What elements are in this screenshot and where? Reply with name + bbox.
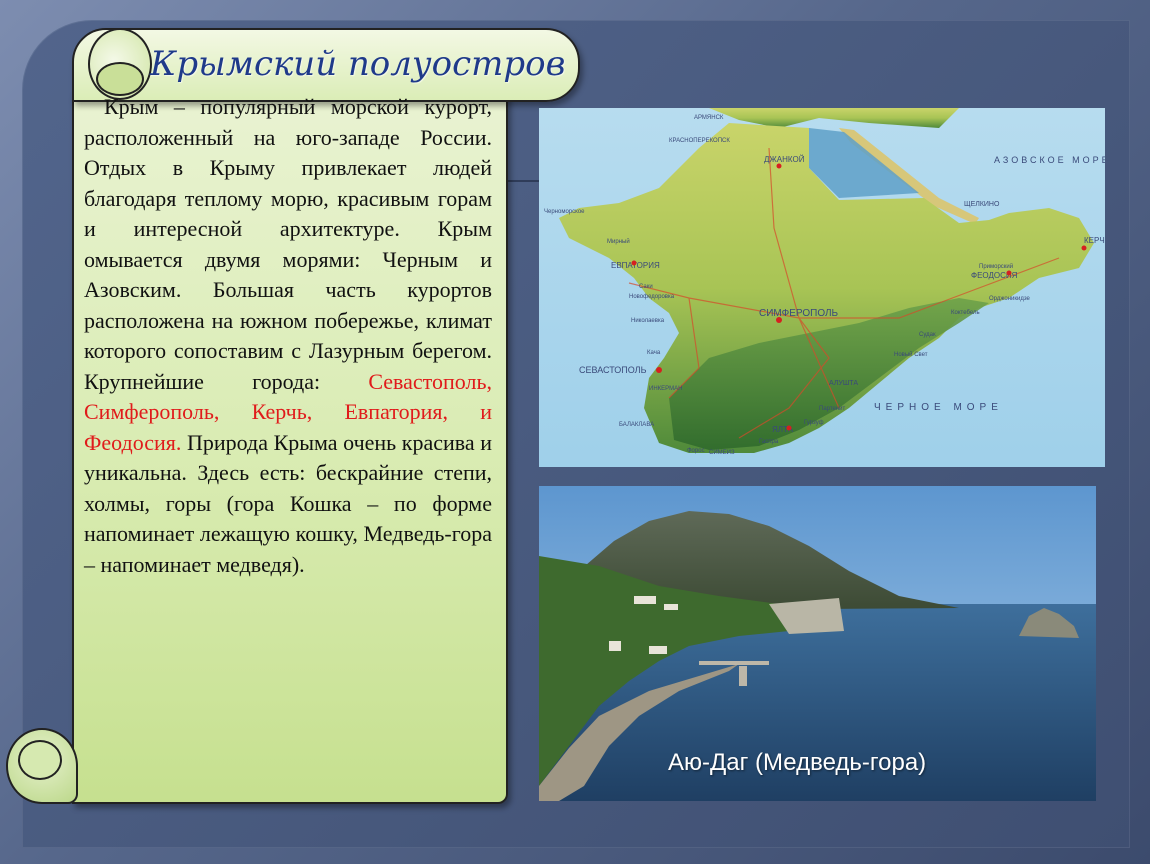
map-city-novofedorovka: Новофедоровка [629,294,675,300]
map-city-gaspra: Гаспра [759,439,779,445]
crimea-map: АЗОВСКОЕ МОРЕ ЧЕРНОЕ МОРЕ АРМЯНСК КРАСНО… [539,108,1105,467]
map-city-kerch: КЕРЧ [1084,236,1105,245]
map-city-krasnoperekopsk: КРАСНОПЕРЕКОПСК [669,138,730,144]
map-city-sudak: Судак [919,332,936,338]
map-city-kacha: Кача [647,350,661,356]
map-city-inkerman: ИНКЕРМАН [649,386,682,392]
map-city-partenit: Партенит [819,406,846,412]
map-city-sevastopol: СЕВАСТОПОЛЬ [579,365,647,375]
map-city-primorsky: Приморский [979,263,1013,270]
map-city-dzhankoy: ДЖАНКОЙ [764,155,805,164]
map-city-nikolaevka: Николаевка [631,318,665,324]
crimea-map-graphic: АЗОВСКОЕ МОРЕ ЧЕРНОЕ МОРЕ АРМЯНСК КРАСНО… [544,108,1105,456]
scroll-curl-bottom-inner [18,740,62,780]
body-text: Крым – популярный морской курорт, распол… [84,92,492,580]
map-city-foros: Форос [687,448,705,454]
slide-title: Крымский полуостров [150,44,566,84]
map-city-armyansk: АРМЯНСК [694,115,724,121]
map-label-azov-sea: АЗОВСКОЕ МОРЕ [994,155,1105,165]
map-city-novy-svet: Новый Свет [894,351,928,358]
map-city-alushta: АЛУШТА [829,380,858,387]
scroll-curl-top-inner [96,62,144,96]
map-city-gurzuf: Гурзуф [804,420,824,426]
map-city-koktebel: Коктебель [951,310,980,316]
pier [699,661,769,665]
photo-caption: Аю-Даг (Медведь-гора) [668,749,927,776]
map-city-simeiz: СИМЕИЗ [709,450,735,456]
map-label-black-sea: ЧЕРНОЕ МОРЕ [874,402,1003,413]
body-text-intro: Крым – популярный морской курорт, распол… [84,94,492,394]
map-city-ordzhonikidze: Орджоникидзе [989,296,1031,302]
map-city-saki: Саки [639,284,653,290]
map-city-simferopol: СИМФЕРОПОЛЬ [759,308,839,319]
map-city-balaklava: БАЛАКЛАВА [619,422,654,428]
map-city-mirny: Мирный [607,238,630,245]
map-city-shchelkino: ЩЕЛКИНО [964,201,1000,208]
map-city-chernomorskoe: Черноморское [544,209,585,215]
